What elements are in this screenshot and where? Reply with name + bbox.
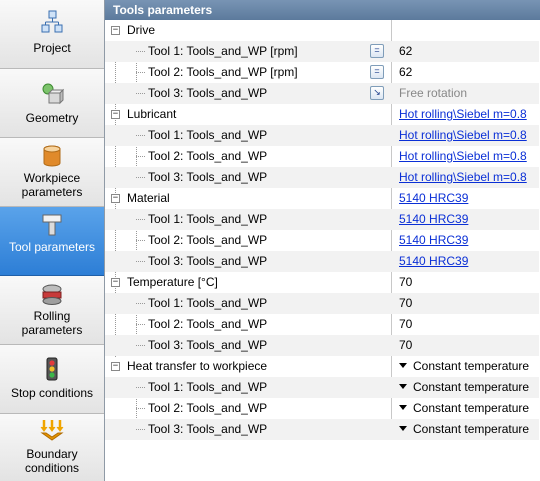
nav-rolling-button[interactable]: Rolling parameters [0, 276, 104, 345]
nav-tool-button[interactable]: Tool parameters [0, 207, 104, 276]
tree-row-material-tool3[interactable]: Tool 3: Tools_and_WP 5140 HRC39 [105, 251, 539, 272]
category-label: Drive [127, 23, 156, 37]
tools-parameters-panel: Tools parameters − Drive Tool 1: Tools_a… [104, 0, 540, 481]
dropdown-arrow-icon [399, 426, 407, 432]
dropdown-arrow-icon [399, 405, 407, 411]
panel-title: Tools parameters [105, 0, 540, 20]
tree-row-temperature-tool1[interactable]: Tool 1: Tools_and_WP 70 [105, 293, 539, 314]
category-value-link[interactable]: 5140 HRC39 [399, 188, 468, 209]
category-row-material[interactable]: − Material 5140 HRC39 [105, 188, 539, 209]
tree-row-heat-tool2[interactable]: Tool 2: Tools_and_WP Constant temperatur… [105, 398, 539, 419]
item-label: Tool 3: Tools_and_WP [148, 338, 268, 352]
category-row-heat-transfer[interactable]: − Heat transfer to workpiece Constant te… [105, 356, 539, 377]
item-value[interactable]: Free rotation [399, 83, 467, 104]
item-label: Tool 1: Tools_and_WP [148, 296, 268, 310]
nav-boundary-label: Boundary conditions [24, 447, 80, 475]
workpiece-icon [43, 145, 61, 167]
item-value-link[interactable]: 5140 HRC39 [399, 251, 468, 272]
rolling-icon [42, 284, 62, 305]
tree-row-lubricant-tool2[interactable]: Tool 2: Tools_and_WP Hot rolling\Siebel … [105, 146, 539, 167]
item-value-link[interactable]: Hot rolling\Siebel m=0.8 [399, 146, 527, 167]
tree-row-material-tool2[interactable]: Tool 2: Tools_and_WP 5140 HRC39 [105, 230, 539, 251]
collapse-icon[interactable]: − [111, 110, 120, 119]
category-label: Temperature [°C] [127, 275, 218, 289]
tree-row-heat-tool1[interactable]: Tool 1: Tools_and_WP Constant temperatur… [105, 377, 539, 398]
boundary-icon [40, 420, 64, 441]
item-label: Tool 1: Tools_and_WP [148, 380, 268, 394]
item-value-link[interactable]: Hot rolling\Siebel m=0.8 [399, 167, 527, 188]
tree-row-drive-tool2[interactable]: Tool 2: Tools_and_WP [rpm] = 62 [105, 62, 539, 83]
nav-stop-conditions-button[interactable]: Stop conditions [0, 345, 104, 414]
dropdown-value: Constant temperature [413, 401, 530, 415]
dropdown-arrow-icon [399, 363, 407, 369]
item-value[interactable]: 70 [399, 293, 412, 314]
tool-icon [42, 214, 62, 236]
nav-rolling-label: Rolling parameters [21, 309, 83, 337]
project-icon [41, 10, 63, 33]
item-value[interactable]: 70 [399, 314, 412, 335]
item-value[interactable]: 70 [399, 335, 412, 356]
left-nav: Project Geometry Workpiece parameters To… [0, 0, 105, 481]
item-value-link[interactable]: 5140 HRC39 [399, 230, 468, 251]
item-label: Tool 2: Tools_and_WP [rpm] [148, 65, 298, 79]
category-value-link[interactable]: Hot rolling\Siebel m=0.8 [399, 104, 527, 125]
item-label: Tool 3: Tools_and_WP [148, 422, 268, 436]
geometry-icon [42, 83, 64, 105]
item-label: Tool 1: Tools_and_WP [rpm] [148, 44, 298, 58]
item-dropdown[interactable]: Constant temperature [399, 419, 529, 440]
item-label: Tool 1: Tools_and_WP [148, 212, 268, 226]
tree-row-drive-tool3[interactable]: Tool 3: Tools_and_WP ↘ Free rotation [105, 83, 539, 104]
nav-workpiece-label: Workpiece parameters [21, 171, 83, 199]
tree-row-drive-tool1[interactable]: Tool 1: Tools_and_WP [rpm] = 62 [105, 41, 539, 62]
nav-geometry-label: Geometry [25, 111, 79, 125]
tree-row-temperature-tool3[interactable]: Tool 3: Tools_and_WP 70 [105, 335, 539, 356]
item-label: Tool 3: Tools_and_WP [148, 254, 268, 268]
nav-project-label: Project [33, 41, 71, 55]
category-label: Heat transfer to workpiece [127, 359, 268, 373]
category-row-drive[interactable]: − Drive [105, 20, 539, 41]
nav-project-button[interactable]: Project [0, 0, 104, 69]
item-label: Tool 3: Tools_and_WP [148, 86, 268, 100]
item-label: Tool 2: Tools_and_WP [148, 149, 268, 163]
equals-icon[interactable]: = [370, 65, 384, 79]
item-value[interactable]: 62 [399, 41, 412, 62]
dropdown-value: Constant temperature [413, 359, 530, 373]
collapse-icon[interactable]: − [111, 194, 120, 203]
tree-row-material-tool1[interactable]: Tool 1: Tools_and_WP 5140 HRC39 [105, 209, 539, 230]
item-label: Tool 3: Tools_and_WP [148, 170, 268, 184]
category-label: Lubricant [127, 107, 177, 121]
item-label: Tool 2: Tools_and_WP [148, 401, 268, 415]
nav-geometry-button[interactable]: Geometry [0, 69, 104, 138]
category-value[interactable]: 70 [399, 272, 412, 293]
dropdown-arrow-icon [399, 384, 407, 390]
dropdown-value: Constant temperature [413, 380, 530, 394]
equals-icon[interactable]: = [370, 44, 384, 58]
item-label: Tool 1: Tools_and_WP [148, 128, 268, 142]
nav-boundary-button[interactable]: Boundary conditions [0, 414, 104, 481]
nav-tool-label: Tool parameters [8, 240, 96, 254]
traffic-light-icon [46, 357, 58, 381]
item-label: Tool 2: Tools_and_WP [148, 317, 268, 331]
item-value-link[interactable]: Hot rolling\Siebel m=0.8 [399, 125, 527, 146]
category-dropdown[interactable]: Constant temperature [399, 356, 529, 377]
collapse-icon[interactable]: − [111, 26, 120, 35]
collapse-icon[interactable]: − [111, 362, 120, 371]
item-dropdown[interactable]: Constant temperature [399, 377, 529, 398]
category-row-lubricant[interactable]: − Lubricant Hot rolling\Siebel m=0.8 [105, 104, 539, 125]
dropdown-value: Constant temperature [413, 422, 530, 436]
tree-row-lubricant-tool3[interactable]: Tool 3: Tools_and_WP Hot rolling\Siebel … [105, 167, 539, 188]
tree-row-lubricant-tool1[interactable]: Tool 1: Tools_and_WP Hot rolling\Siebel … [105, 125, 539, 146]
collapse-icon[interactable]: − [111, 278, 120, 287]
nav-workpiece-button[interactable]: Workpiece parameters [0, 138, 104, 207]
category-label: Material [127, 191, 170, 205]
item-value-link[interactable]: 5140 HRC39 [399, 209, 468, 230]
item-label: Tool 2: Tools_and_WP [148, 233, 268, 247]
category-row-temperature[interactable]: − Temperature [°C] 70 [105, 272, 539, 293]
item-value[interactable]: 62 [399, 62, 412, 83]
nav-stop-conditions-label: Stop conditions [10, 386, 94, 400]
item-dropdown[interactable]: Constant temperature [399, 398, 529, 419]
tree-row-heat-tool3[interactable]: Tool 3: Tools_and_WP Constant temperatur… [105, 419, 539, 440]
arrow-icon[interactable]: ↘ [370, 86, 384, 100]
tree-row-temperature-tool2[interactable]: Tool 2: Tools_and_WP 70 [105, 314, 539, 335]
